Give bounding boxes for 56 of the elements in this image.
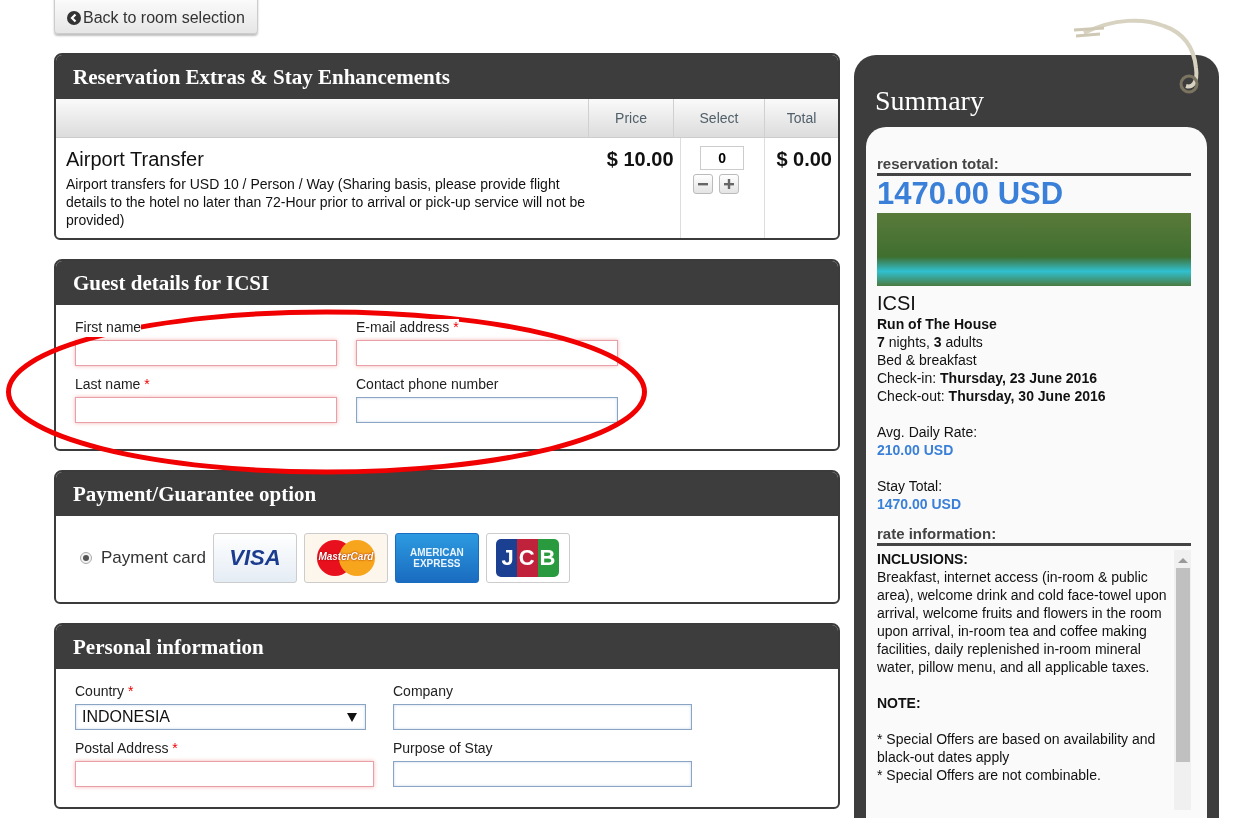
rate-info-heading: NOTE:: [877, 694, 922, 712]
panel-title: Payment/Guarantee option: [56, 472, 838, 516]
column-header: Price: [588, 99, 673, 137]
field-label: Contact phone number: [356, 376, 499, 394]
panel-title: Reservation Extras & Stay Enhancements: [56, 55, 838, 99]
radio-button[interactable]: [80, 552, 92, 564]
input-field[interactable]: [393, 704, 692, 730]
rate-info-text: * Special Offers are based on availability and black-out dates apply: [877, 730, 1157, 766]
field-label: Country *: [75, 683, 134, 701]
rate-label: Stay Total:: [877, 477, 944, 495]
stay-detail: Bed & breakfast: [877, 351, 978, 369]
rate-info-text: Breakfast, internet access (in-room & public area), welcome drink and cold face-towel upon arrival, welcome fruits and flowers in the room upon arrival, in-room tea and coffee making facilities, daily replenished in-room mineral water, pillow menu, and all applicable taxes.: [877, 568, 1168, 676]
stay-detail: Check-out: Thursday, 30 June 2016: [877, 387, 1107, 405]
scroll-up-icon: [1177, 558, 1188, 563]
plus-icon: [724, 179, 735, 189]
summary-title: Summary: [874, 84, 985, 118]
input-field[interactable]: [75, 761, 374, 787]
rate-value: 210.00 USD: [877, 441, 955, 459]
input-field[interactable]: [393, 761, 692, 787]
rate-value: 1470.00 USD: [877, 495, 963, 513]
item-price: $ 10.00: [605, 147, 675, 172]
room-type: Run of The House: [877, 315, 998, 333]
stay-detail: Check-in: Thursday, 23 June 2016: [877, 369, 1098, 387]
scrollbar[interactable]: [1174, 550, 1191, 810]
section-label: reservation total:: [877, 155, 1191, 176]
section-label: rate information:: [877, 525, 1191, 546]
hotel-name: ICSI: [877, 292, 917, 315]
item-name: Airport Transfer: [66, 148, 205, 171]
panel-title: Personal information: [56, 625, 838, 669]
input-field[interactable]: [75, 397, 337, 423]
column-header: Select: [673, 99, 764, 137]
input-field[interactable]: [356, 397, 618, 423]
column-header: Total: [764, 99, 838, 137]
rate-info-heading: INCLUSIONS:: [877, 550, 969, 568]
rate-label: Avg. Daily Rate:: [877, 423, 979, 441]
visa-logo: VISA: [212, 533, 297, 583]
item-description: Airport transfers for USD 10 / Person / Way (Sharing basis, please provide flight details to the hotel no later than 72-Hour prior to arrival or pick-up service will not be provided): [66, 175, 586, 229]
item-total: $ 0.00: [775, 147, 833, 172]
quantity-field[interactable]: 0: [700, 146, 745, 170]
scrollbar-thumb[interactable]: [1175, 568, 1190, 762]
panel-title: Guest details for ICSI: [56, 261, 838, 305]
rate-info-text: * Special Offers are not combinable.: [877, 766, 1102, 784]
field-label: Purpose of Stay: [393, 740, 493, 758]
plus-button[interactable]: [719, 174, 740, 194]
dropdown[interactable]: INDONESIA: [75, 704, 366, 730]
caret-icon: [347, 712, 357, 722]
amex-logo: AMERICAN EXPRESS: [394, 533, 479, 583]
payment-option[interactable]: Payment card: [80, 548, 206, 568]
minus-button[interactable]: [693, 174, 714, 194]
input-field[interactable]: [356, 340, 618, 366]
back-button[interactable]: Back to room selection: [54, 0, 258, 34]
field-label: First name: [75, 319, 142, 337]
field-label: Company: [393, 683, 453, 701]
reservation-total: 1470.00 USD: [877, 176, 1065, 212]
stay-detail: 7 nights, 3 adults: [877, 333, 984, 351]
input-field[interactable]: [75, 340, 337, 366]
